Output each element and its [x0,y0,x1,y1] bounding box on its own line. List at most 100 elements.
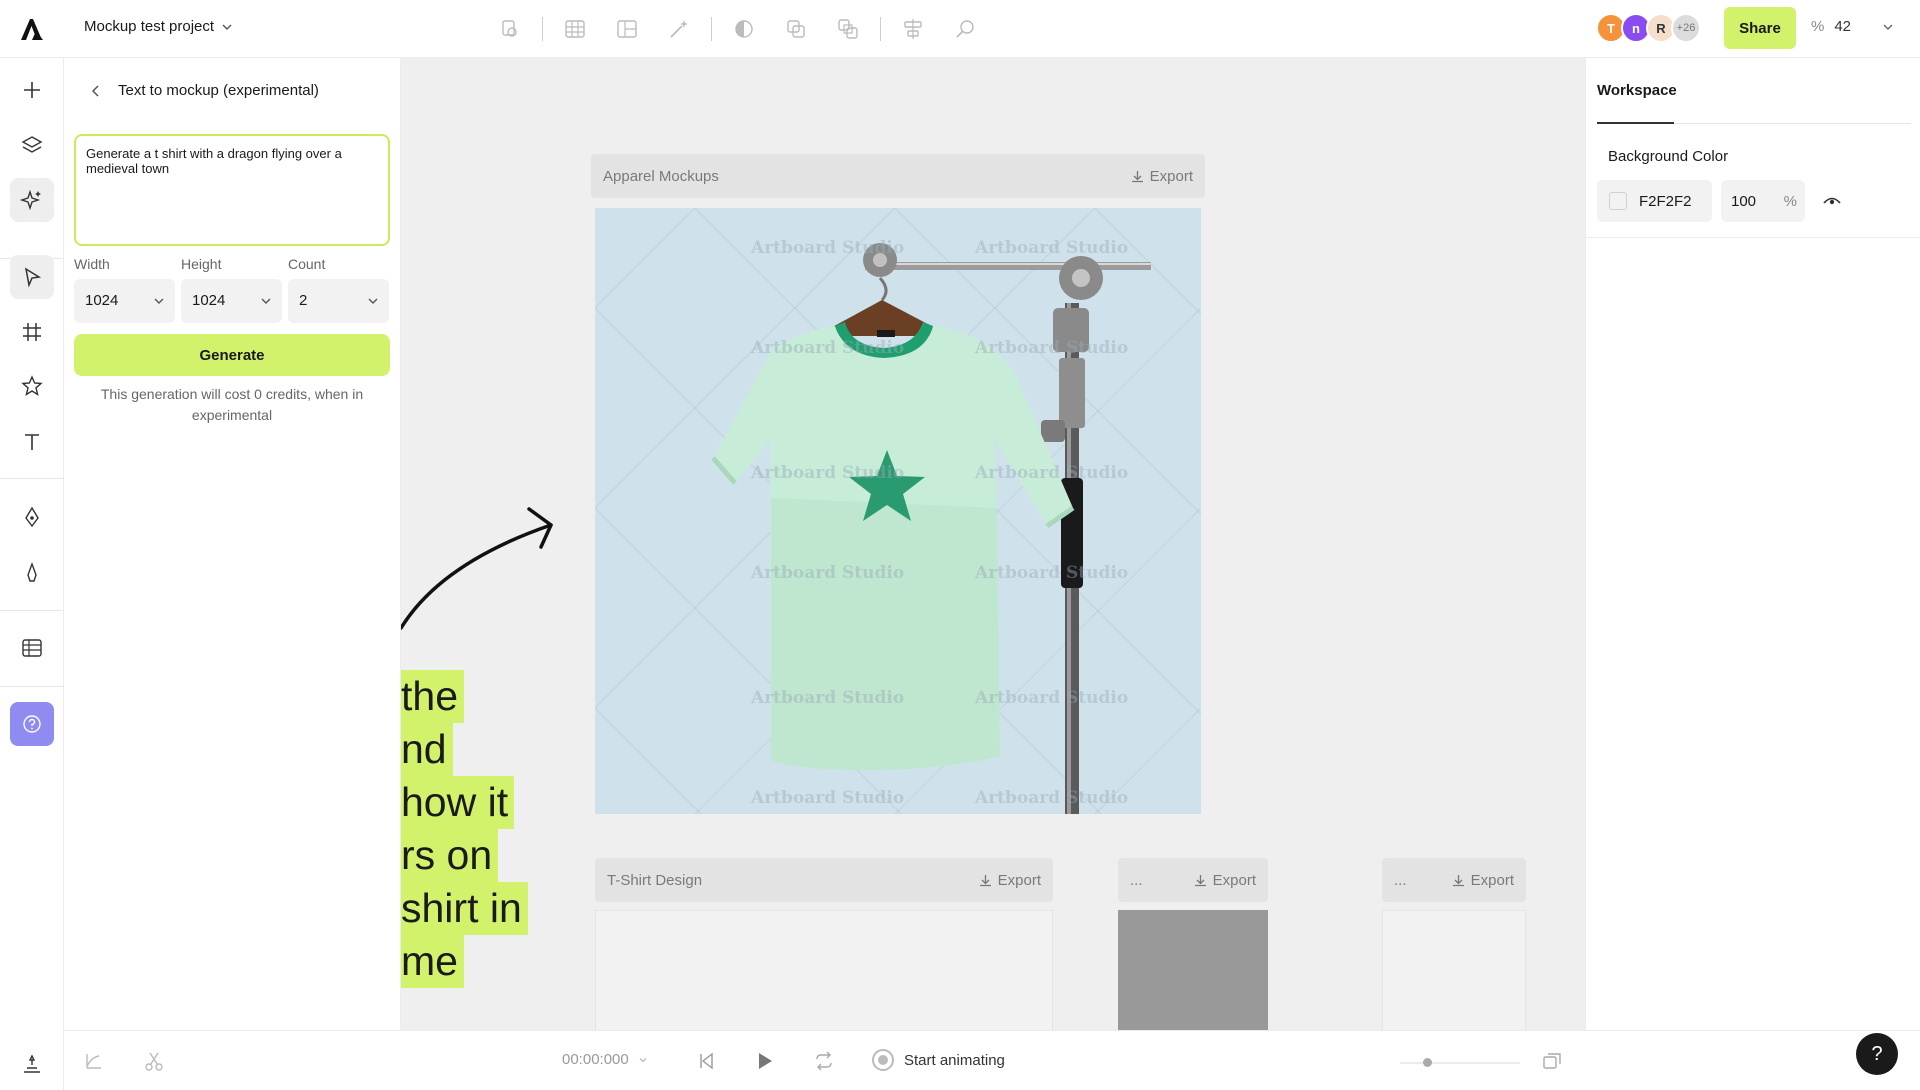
artboard-header[interactable]: Apparel Mockups Export [591,154,1205,198]
layout-grid-tool[interactable] [610,12,644,46]
tshirt-mockup-image[interactable]: Artboard Studio Artboard Studio Artboard… [595,208,1201,814]
boolean-tool[interactable] [493,12,527,46]
tshirt-design-artboard[interactable] [595,910,1053,1030]
flatten-icon [838,19,858,39]
artboard-header[interactable]: T-Shirt Design Export [595,858,1053,902]
count-label: Count [288,256,326,272]
toolbar-divider [542,17,543,41]
timeline-zoom-slider[interactable] [1400,1062,1520,1064]
play-icon[interactable] [752,1049,776,1073]
duplicate-tool[interactable] [779,12,813,46]
slider-handle[interactable] [1423,1058,1432,1067]
table-grid-tool[interactable] [558,12,592,46]
gray-artboard[interactable] [1118,910,1268,1030]
text-tool[interactable] [10,420,54,464]
chevron-down-icon[interactable] [1880,19,1896,35]
record-icon [872,1049,894,1071]
magic-wand-tool[interactable] [662,12,696,46]
chevron-down-icon [222,24,232,30]
skip-back-icon[interactable] [694,1049,718,1073]
project-name: Mockup test project [84,18,215,35]
frame-tool[interactable] [10,310,54,354]
add-button[interactable] [10,68,54,112]
flatten-tool[interactable] [831,12,865,46]
project-menu[interactable]: Mockup test project [84,18,234,35]
mask-icon [735,20,753,38]
curve-icon[interactable] [82,1049,106,1073]
empty-artboard[interactable] [1382,910,1526,1030]
mask-tool[interactable] [727,12,761,46]
pencil-tool[interactable] [10,551,54,595]
generate-button[interactable]: Generate [74,334,390,376]
table-tool[interactable] [10,626,54,670]
caption-line: me [401,935,464,988]
star-shape-icon [21,375,43,396]
search-replace-tool[interactable] [948,12,982,46]
share-button[interactable]: Share [1724,7,1796,49]
count-value: 2 [299,292,308,309]
rail-divider [0,478,64,479]
watermark: Artboard Studio [975,563,1129,583]
back-icon[interactable] [88,83,104,99]
canvas[interactable]: Apparel Mockups Export Artboard Studio A… [401,58,1585,1030]
frame-icon [23,323,41,341]
tshirt-illustration [595,208,1201,814]
align-icon [904,19,922,39]
background-opacity-input[interactable]: 100 % [1721,180,1805,222]
background-hex-value: F2F2F2 [1639,193,1692,210]
start-animating-button[interactable]: Start animating [872,1049,1005,1071]
tab-active-indicator [1597,122,1674,124]
export-label: Export [997,872,1041,889]
export-button[interactable]: Export [1193,872,1256,889]
pen-tool[interactable] [10,495,54,539]
table-icon [22,639,42,657]
export-button[interactable]: Export [978,872,1041,889]
app-logo-icon[interactable] [18,16,46,42]
rail-divider [0,686,64,687]
tool-rail [0,58,64,1090]
width-label: Width [74,256,110,272]
collaborator-avatars[interactable]: T n R +26 [1596,13,1701,43]
scissors-icon[interactable] [142,1049,166,1073]
expand-window-icon[interactable] [1540,1049,1564,1073]
help-button[interactable] [10,702,54,746]
watermark: Artboard Studio [975,788,1129,808]
duplicate-icon [787,20,805,38]
zoom-control[interactable]: % 42 [1811,18,1851,35]
text-to-mockup-panel: Text to mockup (experimental) Generate a… [64,58,401,1030]
loop-icon[interactable] [812,1049,836,1073]
table-grid-icon [565,20,585,38]
zoom-unit: % [1811,18,1825,35]
help-fab-button[interactable]: ? [1856,1033,1898,1075]
artboard-header[interactable]: ... Export [1118,858,1268,902]
layers-button[interactable] [10,123,54,167]
width-select[interactable]: 1024 [74,279,175,323]
layers-bottom-icon[interactable] [20,1052,44,1076]
caption-line: shirt in [401,882,528,935]
height-value: 1024 [192,292,226,309]
toolbar-divider [880,17,881,41]
caption-line: rs on [401,829,499,882]
export-button[interactable]: Export [1451,872,1514,889]
count-select[interactable]: 2 [288,279,389,323]
color-swatch[interactable] [1609,192,1627,210]
size-selects: 1024 1024 2 [74,279,390,323]
ai-tools-button[interactable] [10,178,54,222]
watermark: Artboard Studio [751,788,905,808]
tab-workspace[interactable]: Workspace [1597,82,1677,99]
timecode[interactable]: 00:00:000 [562,1051,649,1068]
opacity-value: 100 [1731,193,1757,210]
background-color-input[interactable]: F2F2F2 [1597,180,1712,222]
height-select[interactable]: 1024 [181,279,282,323]
select-tool[interactable] [10,255,54,299]
artboard-name: ... [1130,872,1143,889]
prompt-input[interactable]: Generate a t shirt with a dragon flying … [74,134,390,246]
download-icon [1194,875,1206,887]
artboard-header[interactable]: ... Export [1382,858,1526,902]
visibility-eye-icon[interactable] [1822,191,1842,211]
chevron-down-icon [368,298,378,304]
align-tool[interactable] [896,12,930,46]
caption-line: nd [401,723,453,776]
shape-tool[interactable] [10,364,54,408]
export-button[interactable]: Export [1130,168,1193,185]
